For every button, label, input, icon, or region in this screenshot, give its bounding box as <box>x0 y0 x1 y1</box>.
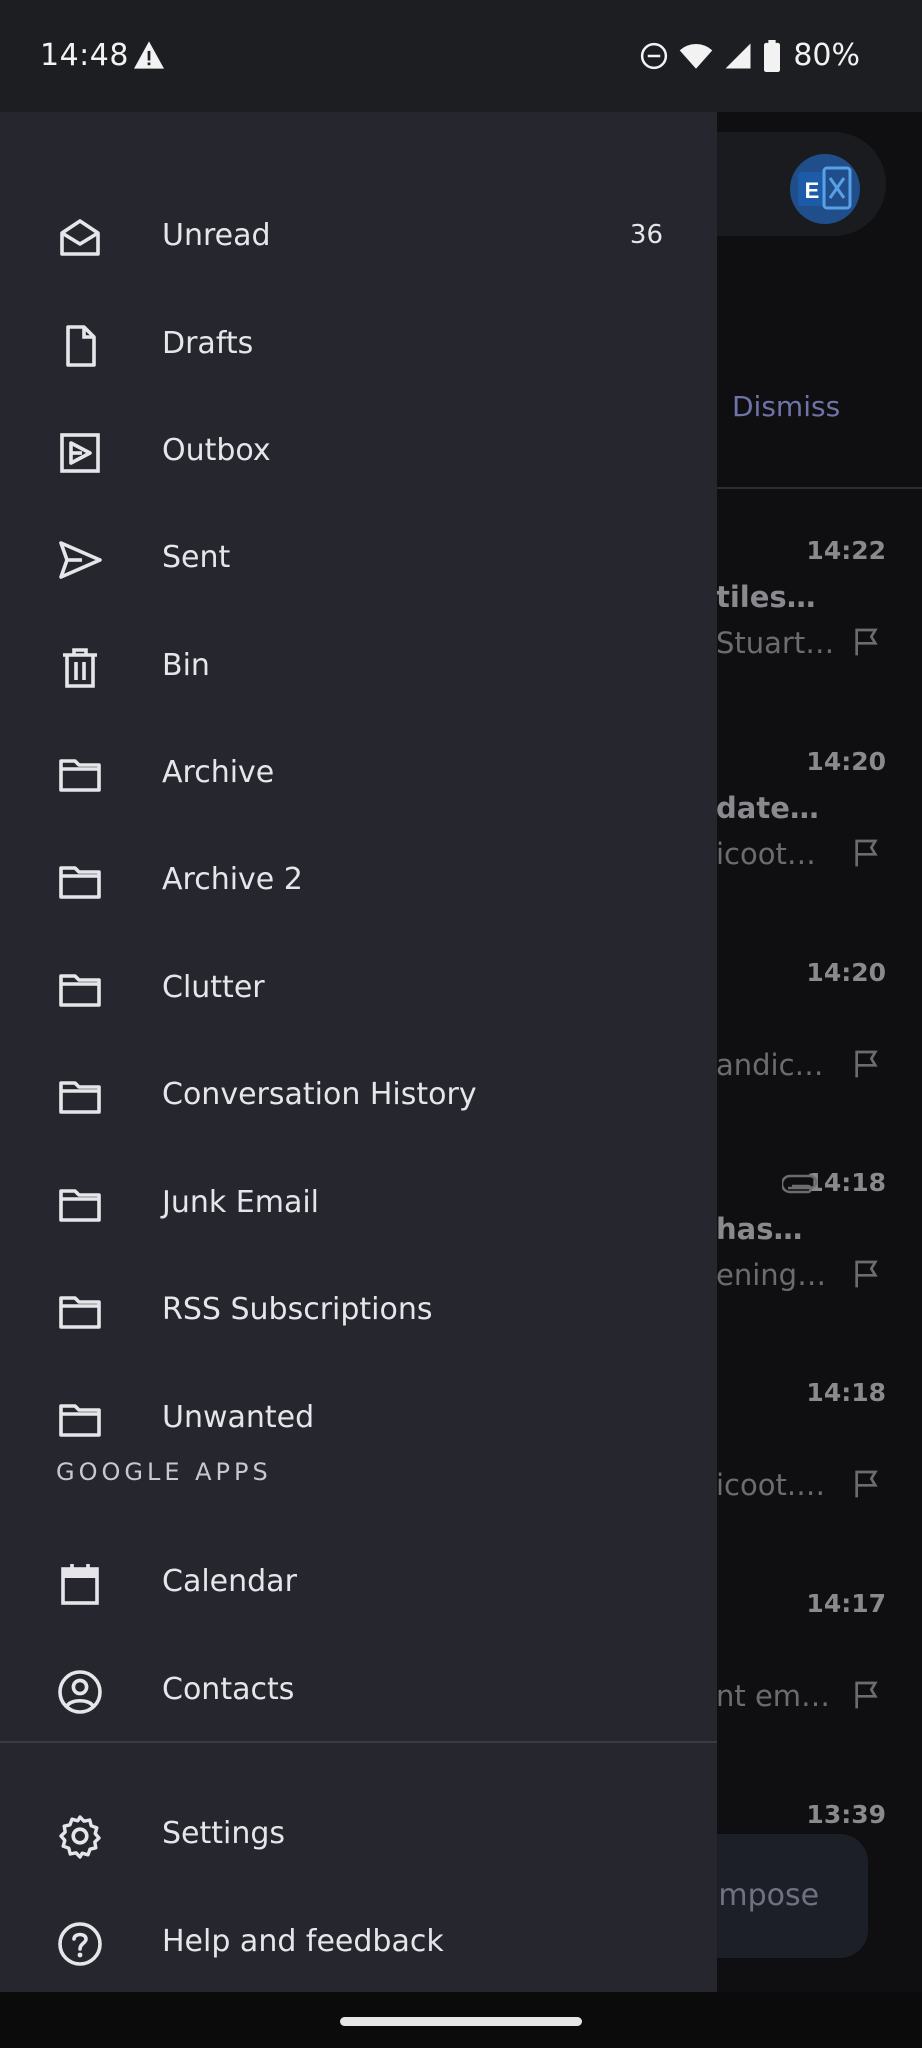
drawer-item-rss-subscriptions[interactable]: RSS Subscriptions <box>0 1258 717 1364</box>
flag-icon[interactable] <box>850 1048 882 1080</box>
folder-icon <box>59 866 101 899</box>
battery-icon <box>764 39 781 72</box>
gear-icon <box>59 1815 101 1859</box>
mail-list-item[interactable]: 14:20 date… icoot… <box>716 747 922 947</box>
drawer-divider <box>0 1741 717 1743</box>
drawer-item-archive-2[interactable]: Archive 2 <box>0 828 717 934</box>
status-bar: 14:48 80% <box>0 0 922 112</box>
mail-preview: icoot… <box>716 837 816 871</box>
home-gesture-handle[interactable] <box>340 2017 582 2026</box>
attachment-icon <box>782 1174 818 1194</box>
mail-list-item[interactable]: 14:17 nt em… <box>716 1589 922 1789</box>
drawer-item-label: Help and feedback <box>162 1924 444 1959</box>
folder-icon <box>59 974 101 1007</box>
mail-preview: andic… <box>716 1048 824 1082</box>
mail-time: 14:18 <box>806 1168 886 1197</box>
navigation-drawer: Unread 36 Drafts Outbox Sent Bin Archive… <box>0 112 717 1992</box>
drawer-item-unread[interactable]: Unread 36 <box>0 184 717 290</box>
drawer-item-calendar[interactable]: Calendar <box>0 1530 717 1636</box>
folder-icon <box>59 759 101 792</box>
drawer-item-label: Contacts <box>162 1672 295 1707</box>
drawer-item-label: Archive <box>162 755 275 790</box>
mail-preview: ening… <box>716 1258 827 1292</box>
inbox-divider <box>716 487 922 489</box>
flag-icon[interactable] <box>850 837 882 869</box>
status-time: 14:48 <box>40 38 129 73</box>
wifi-icon <box>680 43 713 69</box>
calendar-icon <box>61 1564 99 1605</box>
mail-subject: date… <box>716 791 819 825</box>
contacts-icon <box>58 1670 102 1714</box>
drawer-item-label: Unwanted <box>162 1400 315 1435</box>
battery-percent: 80% <box>793 38 860 73</box>
trash-icon <box>63 648 97 688</box>
flag-icon[interactable] <box>850 1258 882 1290</box>
drawer-item-outbox[interactable]: Outbox <box>0 399 717 505</box>
drawer-item-bin[interactable]: Bin <box>0 614 717 720</box>
drawer-item-label: Archive 2 <box>162 862 303 897</box>
mail-time: 13:39 <box>806 1800 886 1829</box>
mail-subject: tiles… <box>716 580 816 614</box>
send-icon <box>59 541 102 579</box>
folder-icon <box>59 1404 101 1437</box>
drawer-item-sent[interactable]: Sent <box>0 506 717 612</box>
mail-subject: has… <box>716 1212 803 1246</box>
envelope-open-icon <box>60 219 100 256</box>
compose-label[interactable]: ompose <box>700 1878 819 1913</box>
drawer-item-label: Junk Email <box>162 1185 320 1220</box>
drawer-item-contacts[interactable]: Contacts <box>0 1638 717 1744</box>
section-header-google-apps: GOOGLE APPS <box>56 1458 272 1486</box>
folder-icon <box>59 1189 101 1222</box>
drawer-item-clutter[interactable]: Clutter <box>0 936 717 1042</box>
status-icons: 80% <box>639 38 860 73</box>
folder-icon <box>59 1296 101 1329</box>
drawer-item-drafts[interactable]: Drafts <box>0 292 717 398</box>
flag-icon[interactable] <box>850 1679 882 1711</box>
account-avatar[interactable]: E <box>790 154 860 224</box>
drawer-item-label: Clutter <box>162 970 265 1005</box>
drawer-item-junk-email[interactable]: Junk Email <box>0 1151 717 1257</box>
help-icon <box>58 1922 102 1966</box>
mail-preview: icoot.… <box>716 1468 826 1502</box>
outbox-icon <box>60 433 100 473</box>
flag-icon[interactable] <box>850 1468 882 1500</box>
dismiss-button[interactable]: Dismiss <box>732 390 840 423</box>
draft-file-icon <box>66 325 96 367</box>
drawer-item-unwanted[interactable]: Unwanted <box>0 1366 717 1472</box>
do-not-disturb-icon <box>641 42 668 69</box>
warning-icon <box>134 41 164 69</box>
signal-icon <box>725 43 751 68</box>
mail-time: 14:20 <box>806 958 886 987</box>
mail-time: 14:17 <box>806 1589 886 1618</box>
mail-preview: Stuart… <box>716 626 835 660</box>
drawer-item-label: Unread <box>162 218 271 253</box>
mail-list-item[interactable]: 14:18 has… ening… <box>716 1168 922 1368</box>
drawer-item-label: Sent <box>162 540 231 575</box>
mail-list-item[interactable]: 14:20 andic… <box>716 958 922 1158</box>
drawer-item-help-and-feedback[interactable]: Help and feedback <box>0 1890 717 1996</box>
mail-time: 14:20 <box>806 747 886 776</box>
unread-count-badge: 36 <box>629 220 663 250</box>
drawer-item-label: Conversation History <box>162 1077 477 1112</box>
drawer-item-label: Bin <box>162 648 210 683</box>
drawer-item-label: Calendar <box>162 1564 297 1599</box>
mail-preview: nt em… <box>716 1679 831 1713</box>
drawer-item-conversation-history[interactable]: Conversation History <box>0 1043 717 1149</box>
folder-icon <box>59 1081 101 1114</box>
drawer-item-label: Drafts <box>162 326 254 361</box>
drawer-item-settings[interactable]: Settings <box>0 1782 717 1888</box>
flag-icon[interactable] <box>850 626 882 658</box>
drawer-item-label: Outbox <box>162 433 271 468</box>
mail-time: 14:18 <box>806 1378 886 1407</box>
drawer-item-label: RSS Subscriptions <box>162 1292 433 1327</box>
mail-list-item[interactable]: 14:22 tiles… Stuart… <box>716 536 922 736</box>
svg-text:E: E <box>805 178 820 203</box>
mail-time: 14:22 <box>806 536 886 565</box>
drawer-item-archive[interactable]: Archive <box>0 721 717 827</box>
exchange-logo-icon: E <box>798 166 852 210</box>
drawer-item-label: Settings <box>162 1816 286 1851</box>
mail-list-item[interactable]: 14:18 icoot.… <box>716 1378 922 1578</box>
